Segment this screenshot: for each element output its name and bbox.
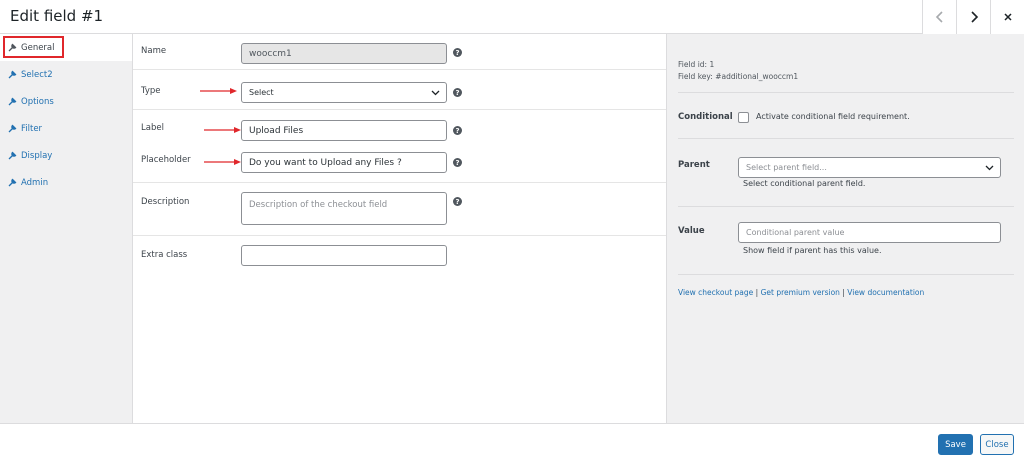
placeholder-label: Placeholder xyxy=(141,155,191,165)
placeholder-input[interactable]: Do you want to Upload any Files ? xyxy=(241,152,447,173)
description-row: Description Description of the checkout … xyxy=(133,183,666,236)
sidebar-item-options[interactable]: Options xyxy=(0,88,132,115)
settings-sidebar: General Select2 Options Filter Display A… xyxy=(0,34,133,423)
wrench-icon xyxy=(8,43,17,52)
general-settings-form: Name wooccm1 ? Type Select ? Label Uploa… xyxy=(133,34,666,423)
divider xyxy=(678,274,1014,275)
wrench-icon xyxy=(8,124,17,133)
help-icon[interactable]: ? xyxy=(453,197,462,206)
close-button[interactable]: Close xyxy=(980,434,1014,455)
conditional-checkbox[interactable] xyxy=(738,112,749,123)
type-row: Type Select ? xyxy=(133,70,666,110)
field-key-text: Field key: #additional_wooccm1 xyxy=(678,72,799,81)
help-icon[interactable]: ? xyxy=(453,88,462,97)
close-icon xyxy=(1003,13,1012,21)
conditional-panel: Field id: 1 Field key: #additional_woocc… xyxy=(666,34,1024,423)
modal-title: Edit field #1 xyxy=(10,7,104,25)
sidebar-item-label: Select2 xyxy=(21,69,53,80)
label-input[interactable]: Upload Files xyxy=(241,120,447,141)
sidebar-item-label: Filter xyxy=(21,123,43,134)
wrench-icon xyxy=(8,97,17,106)
field-id-text: Field id: 1 xyxy=(678,60,715,69)
chevron-left-icon xyxy=(935,11,943,23)
sidebar-item-display[interactable]: Display xyxy=(0,142,132,169)
extra-class-label: Extra class xyxy=(141,250,188,260)
description-textarea[interactable]: Description of the checkout field xyxy=(241,192,447,225)
previous-button[interactable] xyxy=(922,0,956,34)
chevron-down-icon xyxy=(985,165,994,170)
close-modal-button[interactable] xyxy=(990,0,1024,34)
documentation-link[interactable]: View documentation xyxy=(847,288,924,297)
sidebar-item-general[interactable]: General xyxy=(0,34,132,61)
value-hint: Show field if parent has this value. xyxy=(743,246,882,255)
label-label: Label xyxy=(141,123,164,133)
type-select[interactable]: Select xyxy=(241,82,447,103)
divider xyxy=(678,92,1014,93)
modal-footer: Save Close xyxy=(0,423,1024,463)
view-checkout-link[interactable]: View checkout page xyxy=(678,288,753,297)
next-button[interactable] xyxy=(956,0,990,34)
extra-class-row: Extra class xyxy=(133,236,666,276)
divider xyxy=(678,138,1014,139)
conditional-checkbox-label: Activate conditional field requirement. xyxy=(756,112,910,121)
wrench-icon xyxy=(8,151,17,160)
name-label: Name xyxy=(141,46,167,56)
sidebar-item-select2[interactable]: Select2 xyxy=(0,61,132,88)
parent-label: Parent xyxy=(678,160,710,170)
footer-links: View checkout page | Get premium version… xyxy=(678,288,924,297)
sidebar-item-label: General xyxy=(21,42,55,53)
red-arrow-icon xyxy=(204,127,241,133)
parent-select[interactable]: Select parent field... xyxy=(738,157,1001,178)
divider xyxy=(678,206,1014,207)
chevron-right-icon xyxy=(970,11,978,23)
parent-hint: Select conditional parent field. xyxy=(743,179,866,188)
sidebar-item-admin[interactable]: Admin xyxy=(0,169,132,196)
parent-select-placeholder: Select parent field... xyxy=(746,163,827,172)
sidebar-item-label: Options xyxy=(21,96,54,107)
name-input[interactable]: wooccm1 xyxy=(241,43,447,64)
type-select-value: Select xyxy=(249,88,274,97)
help-icon[interactable]: ? xyxy=(453,126,462,135)
help-icon[interactable]: ? xyxy=(453,158,462,167)
wrench-icon xyxy=(8,70,17,79)
red-arrow-icon xyxy=(200,88,237,94)
type-label: Type xyxy=(141,86,161,96)
label-placeholder-row: Label Upload Files ? Placeholder Do you … xyxy=(133,110,666,183)
value-label: Value xyxy=(678,226,705,236)
save-button[interactable]: Save xyxy=(938,434,973,455)
sidebar-item-label: Display xyxy=(21,150,53,161)
red-arrow-icon xyxy=(204,159,241,165)
wrench-icon xyxy=(8,178,17,187)
modal-header: Edit field #1 xyxy=(0,0,1024,34)
extra-class-input[interactable] xyxy=(241,245,447,266)
value-input[interactable]: Conditional parent value xyxy=(738,222,1001,243)
conditional-label: Conditional xyxy=(678,112,733,122)
name-row: Name wooccm1 ? xyxy=(133,34,666,70)
sidebar-item-label: Admin xyxy=(21,177,49,188)
help-icon[interactable]: ? xyxy=(453,48,462,57)
premium-link[interactable]: Get premium version xyxy=(761,288,840,297)
chevron-down-icon xyxy=(431,90,440,95)
link-separator: | xyxy=(755,288,759,297)
link-separator: | xyxy=(842,288,845,297)
description-label: Description xyxy=(141,197,190,207)
sidebar-item-filter[interactable]: Filter xyxy=(0,115,132,142)
